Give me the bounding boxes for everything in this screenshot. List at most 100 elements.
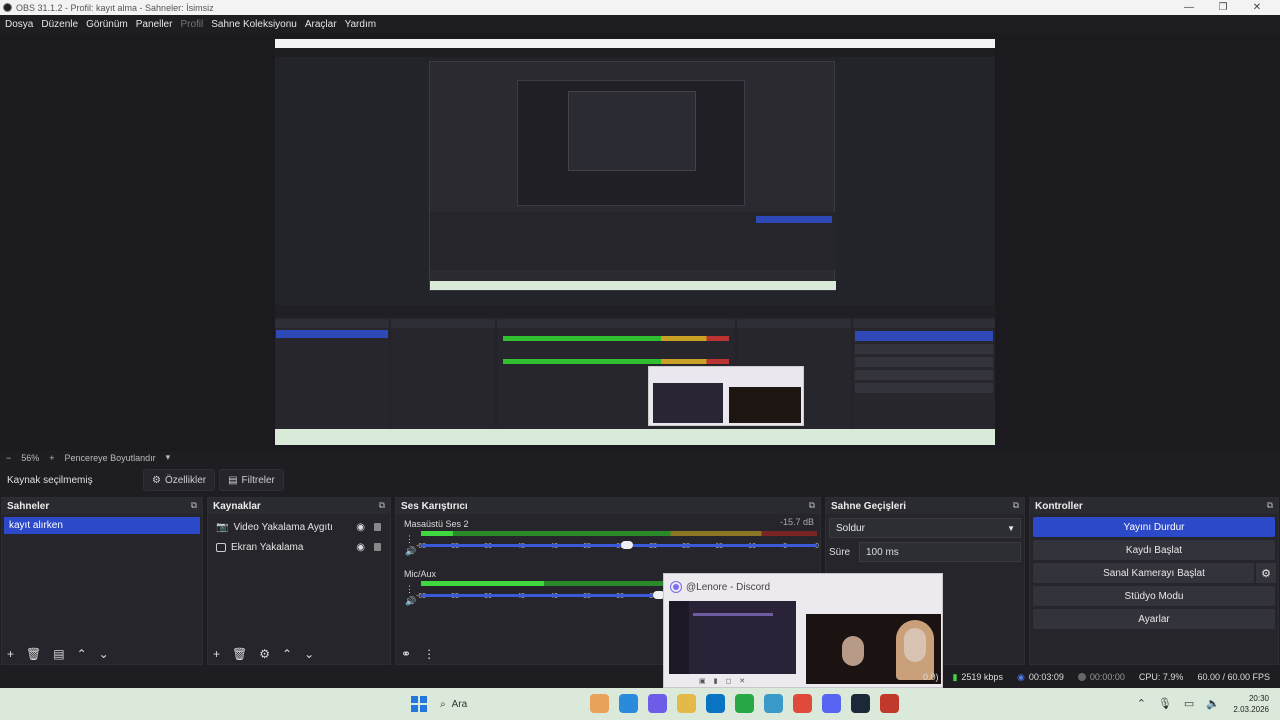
menu-help[interactable]: Yardım: [342, 19, 380, 30]
taskbar-app-icon[interactable]: [822, 694, 841, 713]
source-label: Video Yakalama Aygıtı: [233, 521, 333, 533]
person: [842, 636, 864, 666]
duration-input[interactable]: 100 ms: [859, 542, 1021, 562]
start-virtual-camera-button[interactable]: Sanal Kamerayı Başlat: [1103, 568, 1205, 579]
chevron-up-icon[interactable]: ⌃: [282, 647, 292, 661]
preview-area[interactable]: [0, 33, 1280, 451]
settings-button[interactable]: Ayarlar: [1033, 609, 1275, 629]
volume-icon[interactable]: 🔈: [1206, 697, 1220, 710]
nested-zoom-bar: [275, 293, 995, 303]
taskbar-app-icon[interactable]: [880, 694, 899, 713]
network-icon[interactable]: ▭: [1184, 697, 1194, 710]
nested-control-button: [855, 331, 993, 341]
nested-preview: [429, 61, 836, 291]
filters-button[interactable]: ▤ Filtreler: [219, 469, 284, 491]
source-label: Ekran Yakalama: [231, 541, 304, 553]
chevron-up-icon[interactable]: ⌃: [77, 647, 87, 661]
undock-icon[interactable]: ⧉: [809, 500, 815, 511]
chevron-up-icon[interactable]: ⌃: [1137, 697, 1146, 710]
undock-icon[interactable]: ⧉: [191, 500, 197, 511]
stop-streaming-button[interactable]: Yayını Durdur: [1033, 517, 1275, 537]
taskbar-app-icon[interactable]: [851, 694, 870, 713]
chevron-down-icon: ▼: [1007, 523, 1015, 533]
kebab-menu-icon[interactable]: ⋮: [423, 647, 435, 661]
windows-taskbar: ⌕ Ara ⌃ 🎙 ▭ 🔈 20:30 2.03.2026: [0, 688, 1280, 720]
add-icon[interactable]: +: [7, 647, 14, 661]
kebab-menu-icon[interactable]: ⋮: [405, 583, 416, 595]
taskbar-app-icon[interactable]: [590, 694, 609, 713]
lock-icon[interactable]: [374, 543, 381, 551]
no-source-selected-label: Kaynak seçilmemiş: [7, 474, 93, 486]
taskbar-app-icon[interactable]: [677, 694, 696, 713]
taskbar-search[interactable]: ⌕ Ara: [440, 693, 580, 715]
system-clock[interactable]: 20:30 2.03.2026: [1233, 693, 1269, 715]
dropped-frames: 0.0): [922, 672, 939, 682]
system-tray: ⌃ 🎙 ▭ 🔈: [1137, 697, 1220, 710]
trash-icon[interactable]: 🗑: [232, 647, 247, 661]
taskbar-app-icon[interactable]: [648, 694, 667, 713]
speaker-icon[interactable]: 🔊: [405, 595, 416, 607]
menu-file[interactable]: Dosya: [2, 19, 36, 30]
menu-profile[interactable]: Profil: [177, 19, 206, 30]
taskbar-app-icon[interactable]: [619, 694, 638, 713]
menu-docks[interactable]: Paneller: [133, 19, 176, 30]
volume-knob[interactable]: [620, 541, 633, 549]
record-time: 00:00:00: [1089, 672, 1125, 682]
trash-icon[interactable]: 🗑: [26, 647, 41, 661]
properties-button[interactable]: ⚙ Özellikler: [143, 469, 216, 491]
menu-edit[interactable]: Düzenle: [38, 19, 81, 30]
taskbar-app-icon[interactable]: [735, 694, 754, 713]
menu-scene-collection[interactable]: Sahne Koleksiyonu: [208, 19, 300, 30]
gear-icon[interactable]: ⚙: [259, 647, 270, 661]
source-item[interactable]: Ekran Yakalama ◉: [208, 537, 390, 557]
minimize-button[interactable]: —: [1172, 0, 1206, 15]
fit-to-window-label[interactable]: Pencereye Boyutlandır: [65, 453, 156, 463]
sources-toolbar: + 🗑 ⚙ ⌃ ⌄: [208, 644, 390, 664]
eye-icon[interactable]: ◉: [356, 522, 365, 533]
mixer-dock-header: Ses Karıştırıcı ⧉: [396, 498, 820, 514]
speaker-icon[interactable]: 🔊: [405, 545, 416, 557]
add-icon[interactable]: +: [213, 647, 220, 661]
menu-tools[interactable]: Araçlar: [302, 19, 340, 30]
maximize-button[interactable]: ❐: [1206, 0, 1240, 15]
filter-icon[interactable]: ▤: [53, 647, 64, 661]
gear-icon[interactable]: ⚙: [1254, 563, 1276, 583]
link-icon[interactable]: ⚭: [401, 647, 411, 661]
search-label: Ara: [451, 698, 468, 710]
nested-meter: [503, 359, 729, 364]
preview-canvas[interactable]: [275, 39, 995, 445]
nested-title-bar: [275, 39, 995, 48]
lock-icon[interactable]: [374, 523, 381, 531]
virtual-camera-row: Sanal Kamerayı Başlat ⚙: [1033, 563, 1276, 583]
eye-icon[interactable]: ◉: [356, 542, 365, 553]
menu-view[interactable]: Görünüm: [83, 19, 131, 30]
close-button[interactable]: ✕: [1240, 0, 1274, 15]
windows-start-icon[interactable]: [411, 696, 427, 712]
taskbar-app-icon[interactable]: [706, 694, 725, 713]
kebab-menu-icon[interactable]: ⋮: [405, 533, 416, 545]
taskbar-app-icon[interactable]: [793, 694, 812, 713]
zoom-out-button[interactable]: −: [6, 453, 11, 463]
undock-icon[interactable]: ⧉: [379, 500, 385, 511]
obs-app-icon: [3, 3, 12, 12]
chevron-down-icon[interactable]: ▾: [166, 452, 171, 463]
nested-discord-header: [649, 367, 803, 379]
mic-icon[interactable]: 🎙: [1158, 697, 1172, 710]
properties-label: Özellikler: [164, 474, 207, 486]
zoom-in-button[interactable]: +: [49, 453, 54, 463]
transitions-dock-header: Sahne Geçişleri ⧉: [826, 498, 1024, 514]
volume-slider[interactable]: [421, 541, 817, 549]
source-item[interactable]: 📷 Video Yakalama Aygıtı ◉: [208, 517, 390, 537]
undock-icon[interactable]: ⧉: [1013, 500, 1019, 511]
nested-accent-bar: [756, 216, 832, 223]
studio-mode-button[interactable]: Stüdyo Modu: [1033, 586, 1275, 606]
undock-icon[interactable]: ⧉: [1267, 500, 1273, 511]
start-recording-button[interactable]: Kaydı Başlat: [1033, 540, 1275, 560]
chevron-down-icon[interactable]: ⌄: [304, 647, 314, 661]
chevron-down-icon[interactable]: ⌄: [99, 647, 109, 661]
taskbar-app-icon[interactable]: [764, 694, 783, 713]
scene-item[interactable]: kayıt alırken: [4, 517, 200, 534]
meter-fill: [421, 581, 544, 586]
discord-title: @Lenore - Discord: [686, 581, 771, 593]
transition-select[interactable]: Soldur ▼: [829, 518, 1021, 538]
